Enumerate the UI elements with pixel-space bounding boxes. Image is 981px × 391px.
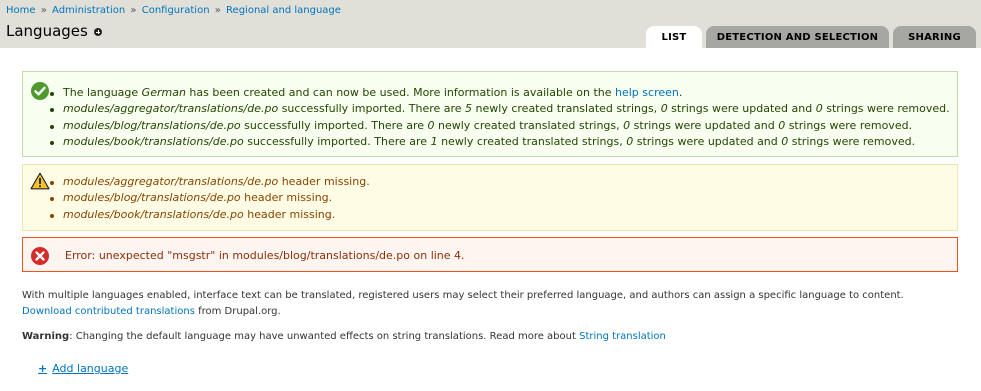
status-message-list: The language German has been created and… <box>50 85 950 150</box>
warning-label: Warning <box>22 331 70 342</box>
breadcrumb-regional-link[interactable]: Regional and language <box>226 5 341 16</box>
warning-message-list: modules/aggregator/translations/de.po he… <box>50 174 370 223</box>
list-item: modules/blog/translations/de.po header m… <box>50 190 370 206</box>
help-text: With multiple languages enabled, interfa… <box>22 290 904 317</box>
breadcrumb-configuration-link[interactable]: Configuration <box>142 5 210 16</box>
warning-note: Warning: Changing the default language m… <box>22 331 666 342</box>
download-translations-link[interactable]: Download contributed translations <box>22 306 195 317</box>
check-circle-icon <box>31 82 49 100</box>
breadcrumb-administration-link[interactable]: Administration <box>52 5 125 16</box>
list-item: modules/blog/translations/de.po successf… <box>50 118 950 134</box>
breadcrumb-separator: » <box>40 5 47 16</box>
list-item: modules/book/translations/de.po successf… <box>50 134 950 150</box>
breadcrumb-separator: » <box>130 5 137 16</box>
tab-detection-and-selection[interactable]: DETECTION AND SELECTION <box>706 26 889 48</box>
breadcrumb: Home » Administration » Configuration » … <box>6 5 341 16</box>
list-item: The language German has been created and… <box>50 85 950 101</box>
warning-message: modules/aggregator/translations/de.po he… <box>22 164 958 231</box>
error-message: Error: unexpected "msgstr" in modules/bl… <box>22 237 958 272</box>
add-shortcut-icon[interactable] <box>94 28 102 36</box>
tab-list[interactable]: LIST <box>646 26 702 48</box>
error-text: Error: unexpected "msgstr" in modules/bl… <box>65 249 465 262</box>
page-title: Languages <box>6 22 88 40</box>
page-header: Home » Administration » Configuration » … <box>0 0 981 48</box>
list-item: modules/aggregator/translations/de.po he… <box>50 174 370 190</box>
list-item: modules/aggregator/translations/de.po su… <box>50 101 950 117</box>
breadcrumb-home-link[interactable]: Home <box>6 5 36 16</box>
string-translation-link[interactable]: String translation <box>579 331 666 342</box>
status-message: The language German has been created and… <box>22 71 958 157</box>
breadcrumb-separator: » <box>214 5 221 16</box>
help-screen-link[interactable]: help screen <box>615 86 679 99</box>
warning-triangle-icon <box>30 172 50 190</box>
add-language-link[interactable]: + Add language <box>38 362 128 375</box>
plus-icon: + <box>38 362 48 375</box>
add-language-label: Add language <box>52 362 129 375</box>
list-item: modules/book/translations/de.po header m… <box>50 207 370 223</box>
error-x-circle-icon <box>31 247 49 265</box>
tab-sharing[interactable]: SHARING <box>893 26 976 48</box>
